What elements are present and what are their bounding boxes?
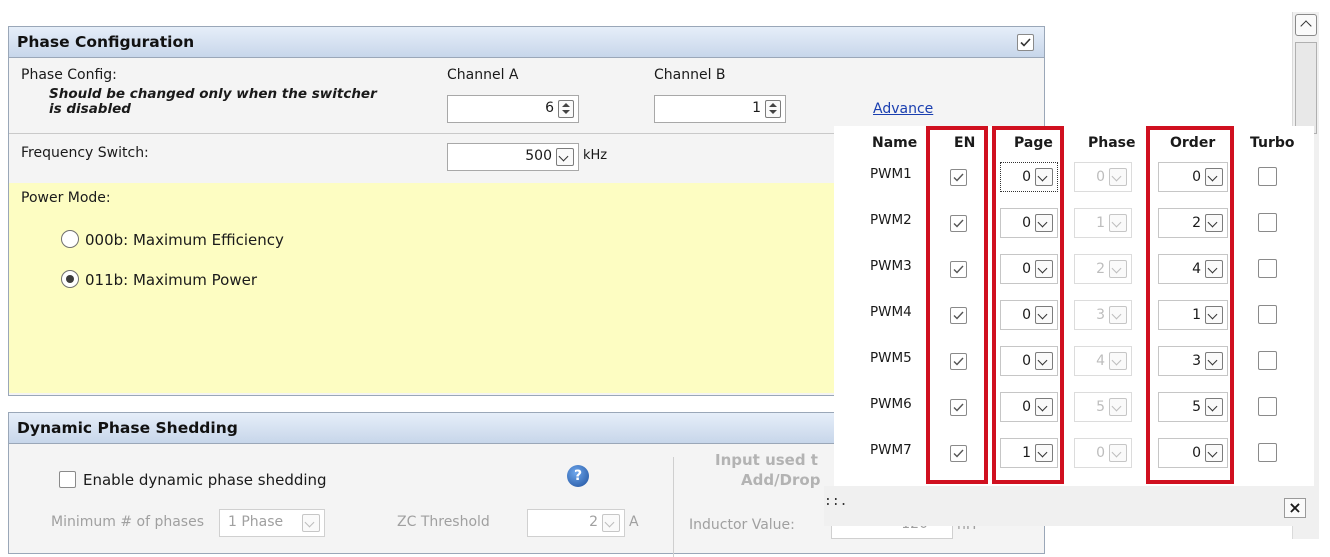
power-mode-label: Power Mode: xyxy=(21,190,111,206)
panel-collapse-checkbox[interactable] xyxy=(1017,34,1034,51)
phase-select: 4 xyxy=(1074,346,1132,376)
pwm-name: PWM7 xyxy=(870,442,912,458)
phase-select: 1 xyxy=(1074,208,1132,238)
phase-value: 4 xyxy=(1096,353,1105,369)
page-column-highlight xyxy=(992,126,1064,484)
pwm-row: PWM3 0 2 4 xyxy=(834,254,1314,298)
phase-configuration-title: Phase Configuration xyxy=(17,33,195,51)
frequency-value: 500 xyxy=(525,148,552,164)
pwm-config-popup: Name EN Page Phase Order Turbo PWM1 0 0 … xyxy=(824,126,1314,526)
channel-b-value: 1 xyxy=(752,100,761,116)
power-mode-radio-max-power[interactable] xyxy=(61,270,79,288)
chevron-down-icon xyxy=(1109,444,1127,462)
scroll-up-button[interactable] xyxy=(1295,14,1317,36)
enable-shedding-checkbox[interactable] xyxy=(59,471,76,488)
en-column-highlight xyxy=(926,126,988,484)
phase-select: 0 xyxy=(1074,438,1132,468)
phase-select: 5 xyxy=(1074,392,1132,422)
min-phases-label: Minimum # of phases xyxy=(51,514,204,530)
turbo-checkbox[interactable] xyxy=(1258,443,1277,462)
channel-b-spinner[interactable]: 1 xyxy=(654,95,786,123)
chevron-down-icon xyxy=(1109,306,1127,324)
pwm-row: PWM7 1 0 0 xyxy=(834,438,1314,482)
zc-threshold-unit: A xyxy=(629,514,639,530)
inductor-value-label: Inductor Value: xyxy=(689,517,795,533)
chevron-up-icon xyxy=(1300,20,1312,32)
power-mode-radio-efficiency[interactable] xyxy=(61,230,79,248)
zc-threshold-label: ZC Threshold xyxy=(397,514,490,530)
chevron-down-icon xyxy=(1109,398,1127,416)
channel-a-spinner[interactable]: 6 xyxy=(447,95,579,123)
header-phase: Phase xyxy=(1088,135,1136,151)
help-icon[interactable]: ? xyxy=(567,465,589,487)
turbo-checkbox[interactable] xyxy=(1258,351,1277,370)
channel-a-value: 6 xyxy=(545,100,554,116)
pwm-row: PWM1 0 0 0 xyxy=(834,162,1314,206)
phase-value: 3 xyxy=(1096,307,1105,323)
spinner-arrows-icon[interactable] xyxy=(765,100,781,118)
channel-b-label: Channel B xyxy=(654,67,726,83)
phase-select: 3 xyxy=(1074,300,1132,330)
phase-select: 2 xyxy=(1074,254,1132,284)
chevron-down-icon[interactable] xyxy=(602,514,620,532)
scroll-thumb[interactable] xyxy=(1295,42,1317,134)
turbo-checkbox[interactable] xyxy=(1258,259,1277,278)
close-icon: × xyxy=(1288,498,1302,517)
input-used-label-line1: Input used t xyxy=(715,451,818,469)
channel-a-label: Channel A xyxy=(447,67,519,83)
spinner-arrows-icon[interactable] xyxy=(558,100,574,118)
pwm-name: PWM6 xyxy=(870,396,912,412)
pwm-row: PWM2 0 1 2 xyxy=(834,208,1314,252)
turbo-checkbox[interactable] xyxy=(1258,213,1277,232)
pwm-name: PWM1 xyxy=(870,166,912,182)
chevron-down-icon[interactable] xyxy=(302,514,320,532)
enable-shedding-label: Enable dynamic phase shedding xyxy=(83,471,327,489)
chevron-down-icon xyxy=(1109,168,1127,186)
resize-grip-icon[interactable]: ::. xyxy=(824,494,847,509)
input-used-label-line2: Add/Drop xyxy=(741,471,821,489)
min-phases-select[interactable]: 1 Phase xyxy=(219,509,325,537)
phase-config-note: Should be changed only when the switcher… xyxy=(49,86,377,117)
phase-select: 0 xyxy=(1074,162,1132,192)
pwm-name: PWM2 xyxy=(870,212,912,228)
vertical-divider xyxy=(673,457,674,557)
pwm-name: PWM4 xyxy=(870,304,912,320)
order-column-highlight xyxy=(1146,126,1234,484)
chevron-down-icon xyxy=(1109,352,1127,370)
zc-threshold-select[interactable]: 2 xyxy=(527,509,625,537)
phase-configuration-header: Phase Configuration xyxy=(9,27,1044,58)
dynamic-phase-shedding-title: Dynamic Phase Shedding xyxy=(17,419,238,437)
phase-value: 2 xyxy=(1096,261,1105,277)
advance-link[interactable]: Advance xyxy=(873,101,933,117)
turbo-checkbox[interactable] xyxy=(1258,305,1277,324)
frequency-unit: kHz xyxy=(583,148,608,163)
pwm-name: PWM5 xyxy=(870,350,912,366)
phase-value: 0 xyxy=(1096,169,1105,185)
popup-bottom-bar: ::. × xyxy=(824,486,1314,526)
close-button[interactable]: × xyxy=(1284,498,1306,518)
chevron-down-icon xyxy=(1109,214,1127,232)
turbo-checkbox[interactable] xyxy=(1258,167,1277,186)
header-name: Name xyxy=(872,135,918,151)
pwm-row: PWM6 0 5 5 xyxy=(834,392,1314,436)
phase-value: 0 xyxy=(1096,445,1105,461)
phase-value: 1 xyxy=(1096,215,1105,231)
pwm-name: PWM3 xyxy=(870,258,912,274)
power-mode-option-label: 011b: Maximum Power xyxy=(85,271,258,289)
chevron-down-icon xyxy=(1109,260,1127,278)
chevron-down-icon[interactable] xyxy=(556,148,574,166)
phase-config-label: Phase Config: xyxy=(21,67,117,83)
phase-value: 5 xyxy=(1096,399,1105,415)
pwm-row: PWM4 0 3 1 xyxy=(834,300,1314,344)
header-turbo: Turbo xyxy=(1250,135,1295,151)
turbo-checkbox[interactable] xyxy=(1258,397,1277,416)
min-phases-value: 1 Phase xyxy=(228,514,284,530)
power-mode-option-label: 000b: Maximum Efficiency xyxy=(85,231,284,249)
zc-threshold-value: 2 xyxy=(589,514,598,530)
frequency-switch-label: Frequency Switch: xyxy=(21,145,149,161)
pwm-row: PWM5 0 4 3 xyxy=(834,346,1314,390)
frequency-select[interactable]: 500 xyxy=(447,143,579,171)
